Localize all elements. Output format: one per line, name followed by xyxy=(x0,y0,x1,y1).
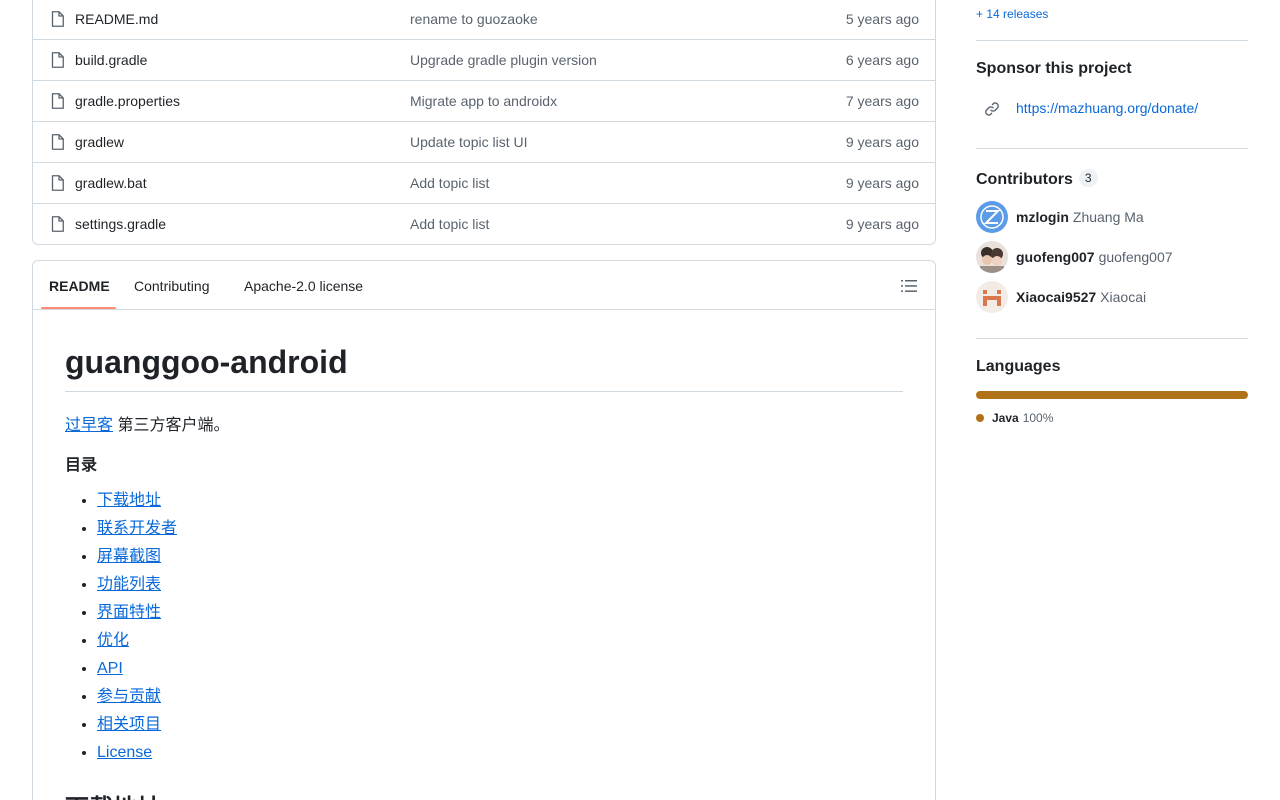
tab-contributing[interactable]: Contributing xyxy=(134,278,210,294)
toc-link[interactable]: 界面特性 xyxy=(97,604,161,621)
readme-panel: README Contributing Apache-2.0 license g… xyxy=(32,260,936,800)
file-name-link[interactable]: gradlew xyxy=(75,134,124,150)
file-name-link[interactable]: gradlew.bat xyxy=(75,175,147,191)
sidebar-divider xyxy=(976,148,1248,149)
file-row[interactable]: settings.gradle Add topic list 9 years a… xyxy=(33,203,935,244)
active-tab-indicator xyxy=(41,307,116,309)
avatar[interactable] xyxy=(976,201,1008,233)
intro-link[interactable]: 过早客 xyxy=(65,417,113,434)
file-row[interactable]: gradlew.bat Add topic list 9 years ago xyxy=(33,162,935,203)
contributor-login[interactable]: mzlogin xyxy=(1016,209,1069,225)
list-item: 相关项目 xyxy=(97,714,177,742)
commit-time: 5 years ago xyxy=(845,10,919,27)
toc-link[interactable]: License xyxy=(97,744,152,761)
file-name-link[interactable]: README.md xyxy=(75,11,158,27)
list-item: 界面特性 xyxy=(97,602,177,630)
file-icon xyxy=(51,52,64,68)
contributors-count-badge: 3 xyxy=(1078,169,1098,187)
contributor-item[interactable]: mzlogin Zhuang Ma xyxy=(976,201,1144,233)
language-bar xyxy=(976,391,1248,399)
commit-time: 9 years ago xyxy=(845,175,919,191)
commit-time: 9 years ago xyxy=(845,134,919,150)
commit-time: 7 years ago xyxy=(845,93,919,109)
title-divider xyxy=(65,391,903,392)
readme-title: guanggoo-android xyxy=(65,344,348,380)
toc-link[interactable]: 屏幕截图 xyxy=(97,548,161,565)
commit-message-link[interactable]: rename to guozaoke xyxy=(410,11,538,27)
languages-heading: Languages xyxy=(976,358,1061,375)
list-item: 优化 xyxy=(97,630,177,658)
language-name: Java xyxy=(992,411,1019,425)
contributor-item[interactable]: guofeng007 guofeng007 xyxy=(976,241,1173,273)
avatar[interactable] xyxy=(976,281,1008,313)
language-color-dot xyxy=(976,414,984,422)
file-row[interactable]: gradlew Update topic list UI 9 years ago xyxy=(33,121,935,162)
releases-link[interactable]: + 14 releases xyxy=(976,7,1048,21)
toc-link[interactable]: 优化 xyxy=(97,632,129,649)
list-item: License xyxy=(97,742,177,770)
contributors-heading[interactable]: Contributors 3 xyxy=(976,169,1098,189)
commit-message-link[interactable]: Update topic list UI xyxy=(410,134,528,150)
file-icon xyxy=(51,93,64,109)
sponsor-link[interactable]: https://mazhuang.org/donate/ xyxy=(1016,100,1198,116)
commit-time: 9 years ago xyxy=(845,216,919,232)
file-row[interactable]: build.gradle Upgrade gradle plugin versi… xyxy=(33,39,935,80)
contributors-heading-label: Contributors xyxy=(976,171,1073,188)
commit-message-link[interactable]: Add topic list xyxy=(410,175,489,191)
section-heading: 下载地址 xyxy=(65,788,161,800)
list-item: 下载地址 xyxy=(97,490,177,518)
toc-link[interactable]: API xyxy=(97,660,123,677)
commit-message-link[interactable]: Migrate app to androidx xyxy=(410,93,557,109)
avatar[interactable] xyxy=(976,241,1008,273)
toc-link[interactable]: 相关项目 xyxy=(97,716,161,733)
toc-link[interactable]: 功能列表 xyxy=(97,576,161,593)
tab-readme[interactable]: README xyxy=(49,278,110,294)
contributor-item[interactable]: Xiaocai9527 Xiaocai xyxy=(976,281,1146,313)
commit-message-link[interactable]: Add topic list xyxy=(410,216,489,232)
toc-link[interactable]: 参与贡献 xyxy=(97,688,161,705)
toc-list: 下载地址 联系开发者 屏幕截图 功能列表 界面特性 优化 API 参与贡献 相关… xyxy=(97,490,177,770)
file-row[interactable]: gradle.properties Migrate app to android… xyxy=(33,80,935,121)
contributor-name: Zhuang Ma xyxy=(1072,209,1144,225)
file-icon xyxy=(51,134,64,150)
contributor-login[interactable]: Xiaocai9527 xyxy=(1016,289,1096,305)
outline-list-icon[interactable] xyxy=(901,279,917,293)
commit-message-link[interactable]: Upgrade gradle plugin version xyxy=(410,52,597,68)
intro-paragraph: 过早客 第三方客户端。 xyxy=(65,411,229,435)
file-row[interactable]: README.md rename to guozaoke 5 years ago xyxy=(33,0,935,39)
list-item: 功能列表 xyxy=(97,574,177,602)
list-item: API xyxy=(97,658,177,686)
file-name-link[interactable]: build.gradle xyxy=(75,52,147,68)
readme-tabs: README Contributing Apache-2.0 license xyxy=(33,261,935,310)
file-icon xyxy=(51,175,64,191)
contributor-name: Xiaocai xyxy=(1100,289,1147,305)
toc-link[interactable]: 下载地址 xyxy=(97,492,161,509)
toc-link[interactable]: 联系开发者 xyxy=(97,520,177,537)
language-percent: 100% xyxy=(1022,411,1054,425)
toc-heading: 目录 xyxy=(65,457,98,474)
list-item: 参与贡献 xyxy=(97,686,177,714)
list-item: 联系开发者 xyxy=(97,518,177,546)
contributor-login[interactable]: guofeng007 xyxy=(1016,249,1095,265)
contributor-name: guofeng007 xyxy=(1098,249,1173,265)
file-icon xyxy=(51,10,64,27)
file-name-link[interactable]: gradle.properties xyxy=(75,93,180,109)
link-icon xyxy=(985,102,999,116)
sidebar-divider xyxy=(976,338,1248,339)
sidebar-divider xyxy=(976,40,1248,41)
file-name-link[interactable]: settings.gradle xyxy=(75,216,166,232)
commit-time: 6 years ago xyxy=(845,52,919,68)
sponsor-heading: Sponsor this project xyxy=(976,60,1132,77)
list-item: 屏幕截图 xyxy=(97,546,177,574)
tab-license[interactable]: Apache-2.0 license xyxy=(244,278,363,294)
language-item[interactable]: Java 100% xyxy=(976,411,1053,425)
file-icon xyxy=(51,216,64,232)
file-list: README.md rename to guozaoke 5 years ago… xyxy=(32,0,936,245)
intro-text: 第三方客户端。 xyxy=(113,417,230,434)
